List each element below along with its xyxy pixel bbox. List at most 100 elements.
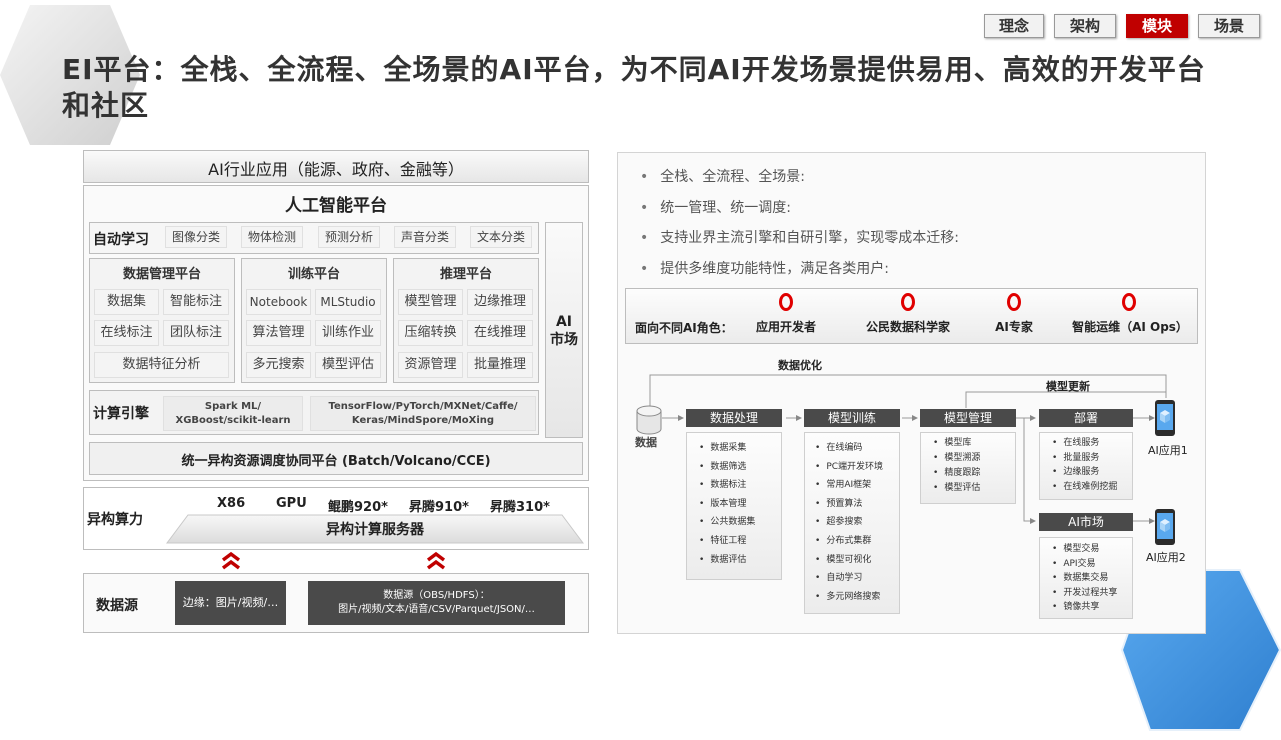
data-optimization-label: 数据优化 bbox=[778, 359, 822, 372]
engine-spark[interactable]: Spark ML/ XGBoost/scikit-learn bbox=[163, 396, 303, 431]
list-item: 超参搜索 bbox=[815, 513, 899, 532]
list-item: 版本管理 bbox=[699, 495, 781, 514]
inference-item[interactable]: 在线推理 bbox=[467, 320, 533, 346]
chip-ascend310: 昇腾310* bbox=[490, 500, 550, 515]
inference-item[interactable]: 压缩转换 bbox=[398, 320, 463, 346]
page-title: EI平台：全栈、全流程、全场景的AI平台，为不同AI开发场景提供易用、高效的开发… bbox=[62, 53, 1206, 122]
list-item: 批量服务 bbox=[1052, 451, 1132, 466]
data-mgmt-item[interactable]: 在线标注 bbox=[94, 320, 159, 346]
list-item: 自动学习 bbox=[815, 569, 899, 588]
list-item: 数据采集 bbox=[699, 439, 781, 458]
inference-title: 推理平台 bbox=[439, 267, 492, 282]
automl-item[interactable]: 文本分类 bbox=[470, 226, 532, 248]
tab-scenarios[interactable]: 场景 bbox=[1198, 14, 1260, 38]
compute-engine-label: 计算引擎 bbox=[93, 406, 149, 422]
role-marker-icon bbox=[1007, 293, 1021, 311]
list-item: 常用AI框架 bbox=[815, 476, 899, 495]
training-item[interactable]: 模型评估 bbox=[315, 352, 381, 378]
training-item[interactable]: 训练作业 bbox=[315, 320, 381, 346]
list-item: 镜像共享 bbox=[1052, 600, 1132, 615]
list-item: 模型交易 bbox=[1052, 542, 1132, 557]
role-marker-icon bbox=[779, 293, 793, 311]
list-item: 多元网络搜索 bbox=[815, 588, 899, 607]
phone-icon bbox=[1155, 400, 1175, 436]
list-item: PC端开发环境 bbox=[815, 458, 899, 477]
automl-item[interactable]: 声音分类 bbox=[394, 226, 456, 248]
list-item: 在线编码 bbox=[815, 439, 899, 458]
list-item: 在线服务 bbox=[1052, 436, 1132, 451]
chip-ascend910: 昇腾910* bbox=[409, 500, 469, 515]
list-item: 分布式集群 bbox=[815, 532, 899, 551]
list-item: 特征工程 bbox=[699, 532, 781, 551]
list-item: 模型库 bbox=[933, 436, 1015, 451]
industry-apps-label: AI行业应用（能源、政府、金融等） bbox=[208, 160, 464, 179]
stage-model-training[interactable]: 模型训练 bbox=[804, 409, 900, 427]
data-mgmt-item[interactable]: 团队标注 bbox=[163, 320, 229, 346]
edge-datasource[interactable]: 边缘：图片/视频/… bbox=[175, 581, 286, 625]
hetero-compute-label: 异构算力 bbox=[87, 512, 143, 528]
role-marker-icon bbox=[901, 293, 915, 311]
feature-bullet: 统一管理、统一调度: bbox=[640, 197, 791, 217]
list-item: API交易 bbox=[1052, 557, 1132, 572]
list-item: 数据评估 bbox=[699, 551, 781, 570]
datasource-label: 数据源 bbox=[96, 598, 138, 614]
ai-app-1-label: AI应用1 bbox=[1148, 444, 1188, 457]
role-ai-expert[interactable]: AI专家 bbox=[990, 318, 1038, 335]
training-item[interactable]: 算法管理 bbox=[246, 320, 311, 346]
training-item[interactable]: 多元搜索 bbox=[246, 352, 311, 378]
tab-concept[interactable]: 理念 bbox=[984, 14, 1044, 38]
role-app-developer[interactable]: 应用开发者 bbox=[752, 318, 820, 335]
model-update-label: 模型更新 bbox=[1046, 380, 1090, 393]
database-icon bbox=[636, 405, 662, 435]
hetero-server-label: 异构计算服务器 bbox=[326, 522, 424, 538]
ai-market-list: 模型交易 API交易 数据集交易 开发过程共享 镜像共享 bbox=[1039, 537, 1133, 619]
stage-model-management[interactable]: 模型管理 bbox=[920, 409, 1016, 427]
training-item[interactable]: Notebook bbox=[246, 289, 311, 315]
stage-deploy[interactable]: 部署 bbox=[1039, 409, 1133, 427]
stage-ai-market[interactable]: AI市场 bbox=[1039, 513, 1133, 531]
ai-app-2-label: AI应用2 bbox=[1146, 551, 1186, 564]
up-chevron-icon bbox=[221, 551, 241, 570]
tab-modules[interactable]: 模块 bbox=[1126, 14, 1188, 38]
role-aiops[interactable]: 智能运维（AI Ops） bbox=[1070, 318, 1190, 335]
feature-bullet: 全栈、全流程、全场景: bbox=[640, 166, 805, 186]
tab-architecture[interactable]: 架构 bbox=[1054, 14, 1116, 38]
inference-item[interactable]: 批量推理 bbox=[467, 352, 533, 378]
stage-data-processing[interactable]: 数据处理 bbox=[686, 409, 782, 427]
data-mgmt-item[interactable]: 智能标注 bbox=[163, 289, 229, 315]
phone-icon bbox=[1155, 509, 1175, 545]
ai-platform-title: 人工智能平台 bbox=[285, 196, 387, 216]
list-item: 模型可视化 bbox=[815, 551, 899, 570]
feature-bullet: 提供多维度功能特性，满足各类用户: bbox=[640, 258, 889, 278]
list-item: 数据标注 bbox=[699, 476, 781, 495]
data-mgmt-item[interactable]: 数据集 bbox=[94, 289, 159, 315]
automl-label: 自动学习 bbox=[93, 232, 149, 248]
list-item: 精度跟踪 bbox=[933, 466, 1015, 481]
model-management-list: 模型库 模型溯源 精度跟踪 模型评估 bbox=[920, 432, 1016, 504]
automl-item[interactable]: 预测分析 bbox=[318, 226, 380, 248]
industry-apps-bar: AI行业应用（能源、政府、金融等） bbox=[83, 150, 589, 183]
list-item: 数据筛选 bbox=[699, 458, 781, 477]
inference-item[interactable]: 边缘推理 bbox=[467, 289, 533, 315]
list-item: 预置算法 bbox=[815, 495, 899, 514]
up-chevron-icon bbox=[426, 551, 446, 570]
inference-item[interactable]: 资源管理 bbox=[398, 352, 463, 378]
list-item: 公共数据集 bbox=[699, 513, 781, 532]
engine-dl-frameworks[interactable]: TensorFlow/PyTorch/MXNet/Caffe/ Keras/Mi… bbox=[310, 396, 536, 431]
training-title: 训练平台 bbox=[287, 267, 340, 282]
data-mgmt-item[interactable]: 数据特征分析 bbox=[94, 352, 229, 378]
scheduler-label: 统一异构资源调度协同平台 (Batch/Volcano/CCE) bbox=[181, 454, 491, 469]
list-item: 边缘服务 bbox=[1052, 465, 1132, 480]
automl-item[interactable]: 物体检测 bbox=[241, 226, 303, 248]
ai-market-label: AI 市场 bbox=[550, 314, 578, 348]
automl-item[interactable]: 图像分类 bbox=[165, 226, 227, 248]
list-item: 模型评估 bbox=[933, 481, 1015, 496]
main-datasource[interactable]: 数据源（OBS/HDFS）： 图片/视频/文本/语音/CSV/Parquet/J… bbox=[308, 581, 565, 625]
list-item: 开发过程共享 bbox=[1052, 586, 1132, 601]
list-item: 模型溯源 bbox=[933, 451, 1015, 466]
ai-market-column[interactable]: AI 市场 bbox=[545, 222, 583, 438]
role-citizen-data-scientist[interactable]: 公民数据科学家 bbox=[858, 318, 958, 335]
list-item: 数据集交易 bbox=[1052, 571, 1132, 586]
training-item[interactable]: MLStudio bbox=[315, 289, 381, 315]
inference-item[interactable]: 模型管理 bbox=[398, 289, 463, 315]
